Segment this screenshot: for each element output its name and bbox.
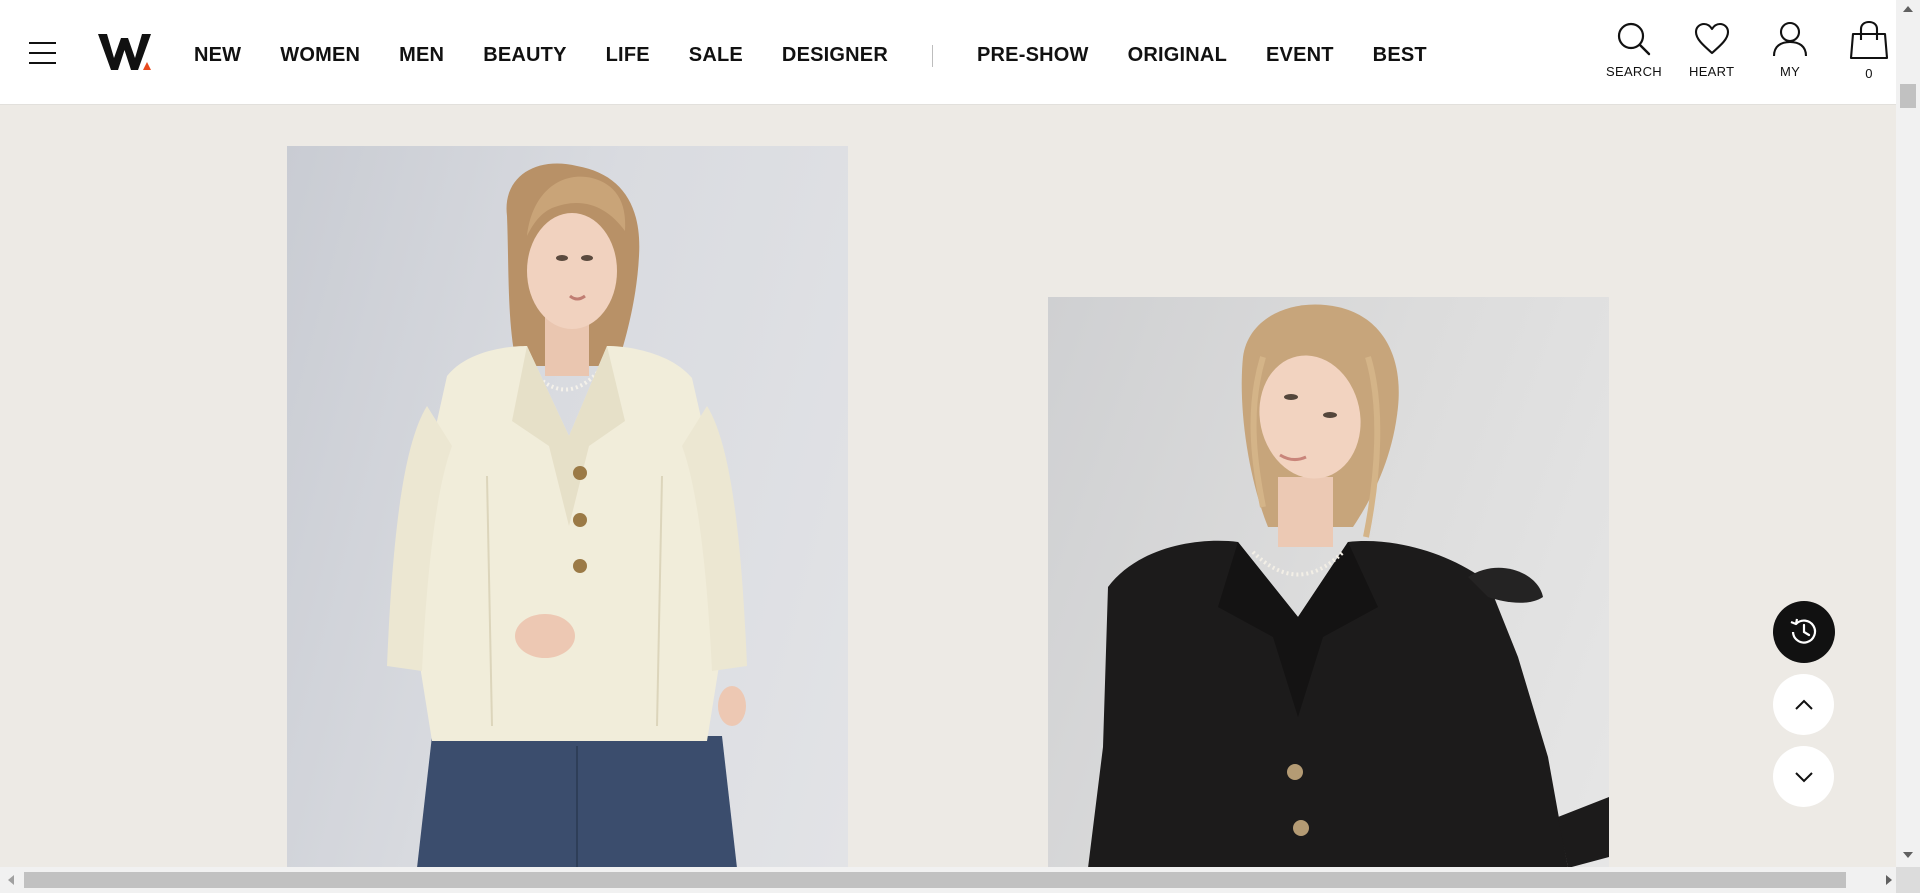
nav-sale[interactable]: SALE: [689, 44, 743, 67]
scroll-left-arrow-icon[interactable]: [8, 875, 14, 885]
my-label: MY: [1779, 64, 1801, 79]
product-showcase: [0, 106, 1896, 867]
shopping-bag-icon: [1849, 20, 1889, 60]
scroll-down-arrow-icon[interactable]: [1903, 852, 1913, 858]
scroll-up-arrow-icon[interactable]: [1903, 6, 1913, 12]
nav-designer[interactable]: DESIGNER: [782, 44, 888, 67]
nav-event[interactable]: EVENT: [1266, 44, 1334, 67]
chevron-down-icon: [1794, 771, 1813, 782]
horizontal-scroll-thumb[interactable]: [24, 872, 1846, 888]
nav-pre-show[interactable]: PRE-SHOW: [977, 44, 1089, 67]
scroll-bottom-button[interactable]: [1773, 746, 1834, 807]
scroll-top-button[interactable]: [1773, 674, 1834, 735]
horizontal-scrollbar[interactable]: [0, 867, 1896, 893]
my-account-button[interactable]: MY: [1771, 20, 1809, 79]
nav-men[interactable]: MEN: [399, 44, 444, 67]
heart-label: HEART: [1689, 64, 1735, 79]
heart-button[interactable]: HEART: [1689, 20, 1734, 79]
model-ivory-jacket-illustration: [387, 163, 747, 867]
model-black-jacket-illustration: [1088, 304, 1609, 867]
heart-icon: [1694, 22, 1729, 55]
nav-beauty[interactable]: BEAUTY: [483, 44, 566, 67]
main-nav: NEW WOMEN MEN BEAUTY LIFE SALE DESIGNER …: [194, 44, 1466, 67]
site-header: NEW WOMEN MEN BEAUTY LIFE SALE DESIGNER …: [0, 0, 1896, 105]
nav-life[interactable]: LIFE: [606, 44, 650, 67]
vertical-scrollbar[interactable]: [1896, 0, 1920, 867]
scroll-right-arrow-icon[interactable]: [1886, 875, 1892, 885]
history-icon: [1790, 618, 1817, 644]
search-button[interactable]: SEARCH: [1606, 20, 1662, 79]
recently-viewed-button[interactable]: [1773, 601, 1835, 663]
search-icon: [1617, 22, 1651, 56]
scrollbar-corner: [1896, 867, 1920, 893]
product-image-ivory-jacket[interactable]: [287, 146, 848, 867]
menu-icon[interactable]: [29, 42, 56, 64]
vertical-scroll-thumb[interactable]: [1900, 84, 1916, 108]
product-image-black-jacket[interactable]: [1048, 297, 1609, 867]
user-icon: [1772, 21, 1808, 57]
page: NEW WOMEN MEN BEAUTY LIFE SALE DESIGNER …: [0, 0, 1920, 893]
nav-women[interactable]: WOMEN: [280, 44, 360, 67]
search-label: SEARCH: [1606, 64, 1662, 79]
nav-best[interactable]: BEST: [1373, 44, 1427, 67]
chevron-up-icon: [1794, 699, 1813, 710]
cart-count: 0: [1865, 66, 1873, 81]
nav-divider: [932, 44, 933, 67]
w-logo-icon: [98, 34, 151, 70]
nav-new[interactable]: NEW: [194, 44, 241, 67]
nav-original[interactable]: ORIGINAL: [1128, 44, 1227, 67]
cart-button[interactable]: 0: [1849, 20, 1889, 81]
brand-logo[interactable]: [98, 32, 152, 72]
